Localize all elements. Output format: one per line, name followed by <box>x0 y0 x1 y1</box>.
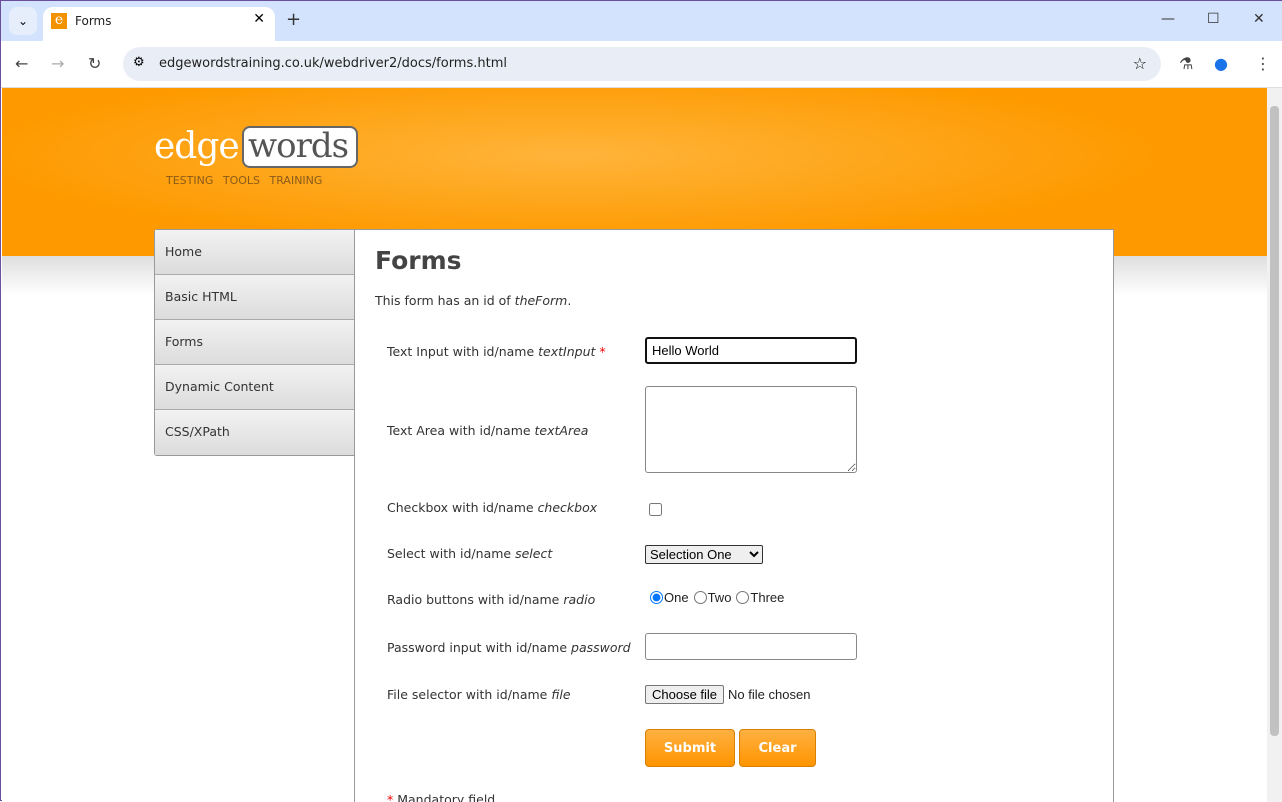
radio-group: One Two Three <box>645 590 784 605</box>
checkbox[interactable] <box>649 503 662 516</box>
logo-edge: edge <box>154 126 240 167</box>
close-window-icon[interactable]: ✕ <box>1253 11 1265 27</box>
logo-words: words <box>248 126 349 166</box>
tab-title: Forms <box>75 14 112 28</box>
text-area[interactable] <box>645 386 857 473</box>
radio-three[interactable] <box>736 591 750 604</box>
nav-forms[interactable]: Forms <box>155 320 354 365</box>
password-label: Password input with id/name password <box>387 640 631 655</box>
select-dropdown[interactable]: Selection One <box>645 545 763 564</box>
select-label: Select with id/name select <box>387 546 553 561</box>
scrollbar-thumb[interactable] <box>1270 106 1279 736</box>
file-label: File selector with id/name file <box>387 687 571 702</box>
browser-tab[interactable]: e Forms ✕ <box>43 7 275 41</box>
checkbox-label: Checkbox with id/name checkbox <box>387 500 598 515</box>
favicon-icon: e <box>51 13 67 29</box>
text-input[interactable] <box>645 337 857 364</box>
bookmark-star-icon[interactable]: ☆ <box>1133 54 1147 73</box>
nav-home[interactable]: Home <box>155 230 354 275</box>
nav-css-xpath[interactable]: CSS/XPath <box>155 410 354 455</box>
main-content: Forms This form has an id of theForm. Te… <box>354 229 1114 802</box>
tab-search-button[interactable]: ⌄ <box>9 7 37 35</box>
minimize-icon[interactable]: — <box>1161 11 1175 27</box>
submit-button[interactable]: Submit <box>645 729 735 767</box>
password-input[interactable] <box>645 633 857 660</box>
text-area-label: Text Area with id/name textArea <box>387 423 589 438</box>
radio-two-label: Two <box>707 590 732 605</box>
file-status: No file chosen <box>728 687 811 702</box>
side-navigation: Home Basic HTML Forms Dynamic Content CS… <box>154 229 354 456</box>
menu-kebab-icon[interactable]: ⋮ <box>1255 54 1271 73</box>
radio-one[interactable] <box>650 591 663 604</box>
radio-two[interactable] <box>693 591 707 604</box>
logo-tagline: TESTING TOOLS TRAINING <box>166 174 323 187</box>
url-text[interactable]: edgewordstraining.co.uk/webdriver2/docs/… <box>159 56 507 71</box>
choose-file-button[interactable]: Choose file <box>645 685 725 704</box>
radio-label: Radio buttons with id/name radio <box>387 592 596 607</box>
logo-speech-bubble: words <box>242 126 358 168</box>
radio-one-label: One <box>664 590 689 605</box>
new-tab-icon[interactable]: + <box>286 9 301 30</box>
close-tab-icon[interactable]: ✕ <box>253 11 265 27</box>
back-icon[interactable]: ← <box>15 54 28 73</box>
site-info-icon[interactable]: ⚙ <box>133 55 145 70</box>
profile-avatar-icon[interactable]: ● <box>1214 54 1228 73</box>
maximize-icon[interactable]: ☐ <box>1207 11 1220 27</box>
forward-icon[interactable]: → <box>51 54 64 73</box>
page-scrollbar[interactable] <box>1267 88 1282 802</box>
file-selector: Choose file No file chosen <box>645 685 810 704</box>
page-title: Forms <box>375 246 462 275</box>
reload-icon[interactable]: ↻ <box>88 54 101 73</box>
web-page: edge words TESTING TOOLS TRAINING Home B… <box>2 88 1267 802</box>
clear-button[interactable]: Clear <box>739 729 816 767</box>
labs-flask-icon[interactable]: ⚗ <box>1179 54 1193 73</box>
intro-text: This form has an id of theForm. <box>375 293 572 308</box>
address-bar[interactable]: ⚙ edgewordstraining.co.uk/webdriver2/doc… <box>123 47 1161 81</box>
tab-strip: ⌄ e Forms ✕ + — ☐ ✕ <box>1 1 1282 41</box>
nav-dynamic-content[interactable]: Dynamic Content <box>155 365 354 410</box>
radio-three-label: Three <box>750 590 785 605</box>
text-input-label: Text Input with id/name textInput * <box>387 344 606 359</box>
nav-basic-html[interactable]: Basic HTML <box>155 275 354 320</box>
browser-toolbar: ← → ↻ ⚙ edgewordstraining.co.uk/webdrive… <box>1 41 1282 88</box>
